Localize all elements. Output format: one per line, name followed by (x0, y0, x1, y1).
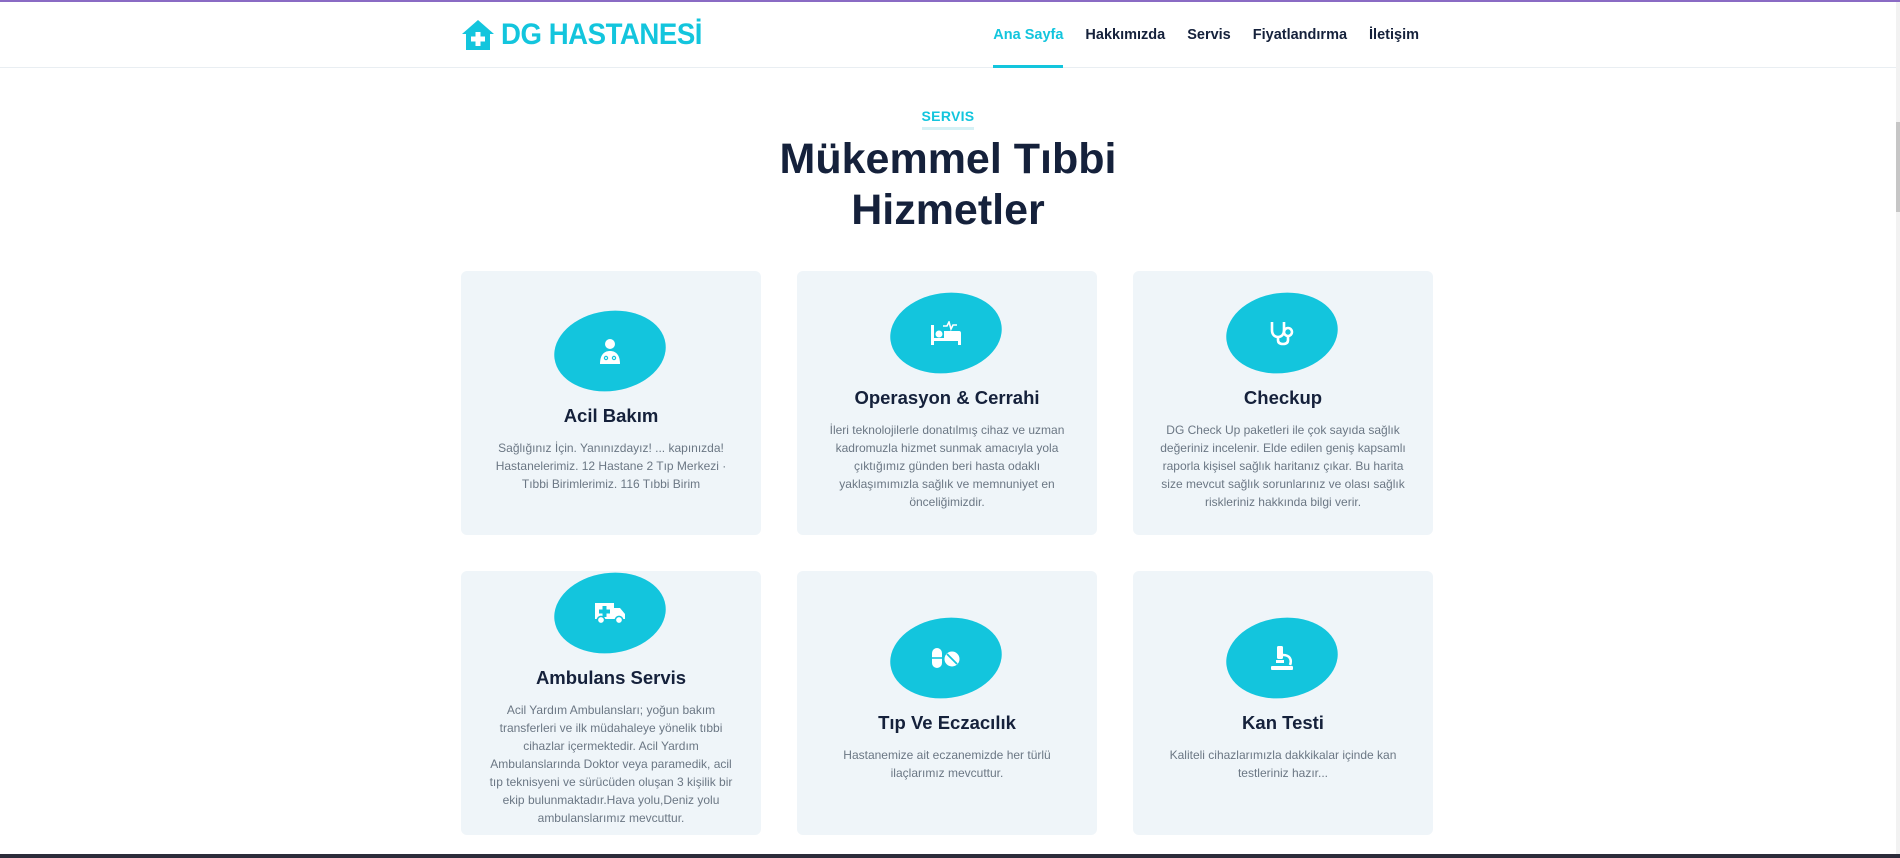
card-text: Hastanemize ait eczanemizde her türlü il… (843, 748, 1051, 780)
service-card-checkup[interactable]: Checkup DG Check Up paketleri ile çok sa… (1133, 271, 1433, 535)
brand-logo[interactable]: DG HASTANESİ (461, 18, 719, 52)
service-card-ambulans[interactable]: Ambulans Servis Acil Yardım Ambulansları… (461, 565, 761, 835)
card-text: İleri teknolojilerle donatılmış cihaz ve… (829, 423, 1065, 509)
card-icon-circle (1220, 285, 1344, 381)
nav-item-ana-sayfa[interactable]: Ana Sayfa (982, 2, 1074, 68)
card-icon-circle (548, 565, 672, 661)
card-text: Acil Yardım Ambulansları; yoğun bakım tr… (489, 703, 733, 825)
card-text: DG Check Up paketleri ile çok sayıda sağ… (1160, 423, 1406, 509)
hospital-bed-icon (931, 321, 961, 345)
card-title: Acil Bakım (563, 405, 659, 426)
card-title: Operasyon & Cerrahi (854, 387, 1040, 408)
card-icon-circle (884, 610, 1008, 706)
service-card-tip-eczacilik[interactable]: Tıp Ve Eczacılık Hastanemize ait eczanem… (797, 571, 1097, 835)
stethoscope-icon (1270, 322, 1294, 346)
page-scrollbar[interactable] (1896, 2, 1900, 858)
card-title: Ambulans Servis (535, 667, 687, 688)
card-title: Tıp Ve Eczacılık (878, 712, 1016, 733)
card-title: Checkup (1243, 387, 1323, 408)
main-nav: Ana Sayfa Hakkımızda Servis Fiyatlandırm… (982, 2, 1430, 68)
card-icon-circle (548, 303, 672, 399)
nav-item-hakkimizda[interactable]: Hakkımızda (1074, 2, 1176, 68)
bottom-bar (0, 854, 1900, 858)
section-title-line2: Hizmetler (851, 186, 1045, 234)
brand-name: DG HASTANESİ (501, 18, 702, 51)
navbar: DG HASTANESİ Ana Sayfa Hakkımızda Servis… (0, 2, 1896, 68)
service-card-operasyon[interactable]: Operasyon & Cerrahi İleri teknolojilerle… (797, 271, 1097, 535)
microscope-icon (1271, 646, 1293, 670)
nav-item-iletisim[interactable]: İletişim (1358, 2, 1430, 68)
card-text: Kaliteli cihazlarımızla dakkikalar içind… (1169, 748, 1397, 780)
section-label: SERVIS (0, 108, 1896, 130)
doctor-icon (600, 339, 620, 364)
section-title: Mükemmel Tıbbi Hizmetler (0, 134, 1896, 236)
card-text: Sağlığınız İçin. Yanınızdayız! ... kapın… (495, 441, 727, 491)
pills-icon (932, 648, 960, 668)
scrollbar-thumb[interactable] (1896, 122, 1900, 212)
hospital-house-icon (462, 20, 494, 50)
card-icon-circle (884, 285, 1008, 381)
nav-item-servis[interactable]: Servis (1176, 2, 1242, 68)
section-title-line1: Mükemmel Tıbbi (779, 135, 1117, 183)
card-icon-circle (1220, 610, 1344, 706)
ambulance-icon (595, 603, 625, 625)
section-label-text: SERVIS (921, 108, 975, 130)
service-card-kan-testi[interactable]: Kan Testi Kaliteli cihazlarımızla dakkik… (1133, 571, 1433, 835)
service-card-acil-bakim[interactable]: Acil Bakım Sağlığınız İçin. Yanınızdayız… (461, 271, 761, 535)
nav-item-fiyatlandirma[interactable]: Fiyatlandırma (1242, 2, 1358, 68)
card-title: Kan Testi (1242, 712, 1324, 733)
